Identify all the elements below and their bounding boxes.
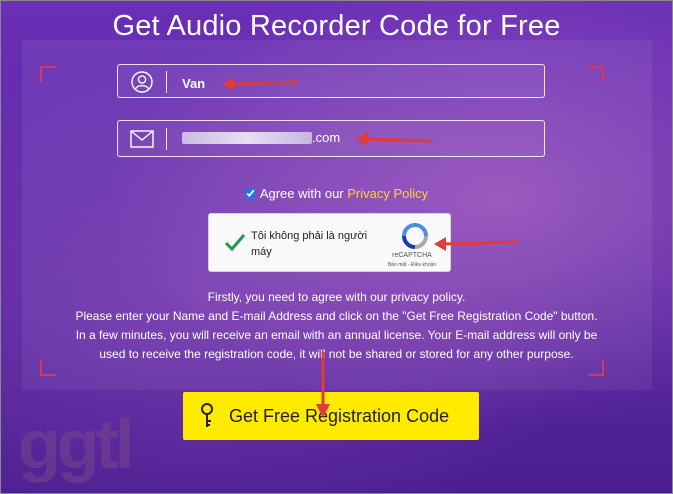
email-suffix: .com bbox=[312, 130, 341, 145]
watermark-logo: ggtl bbox=[18, 405, 134, 483]
envelope-icon bbox=[130, 128, 154, 150]
recaptcha-icon bbox=[401, 222, 429, 250]
cta-label: Get Free Registration Code bbox=[229, 405, 450, 426]
email-field[interactable]: .com bbox=[117, 120, 545, 157]
agree-label: Agree with our bbox=[259, 186, 344, 201]
agree-checkbox[interactable] bbox=[244, 188, 256, 199]
agree-row: Agree with our Privacy Policy bbox=[0, 186, 673, 201]
user-icon bbox=[130, 71, 154, 93]
info-line-2: Please enter your Name and E-mail Addres… bbox=[75, 309, 598, 323]
info-text: Firstly, you need to agree with our priv… bbox=[20, 288, 653, 364]
checkmark-icon[interactable] bbox=[223, 230, 247, 254]
name-field[interactable] bbox=[117, 64, 545, 98]
key-icon bbox=[199, 402, 219, 430]
privacy-policy-link[interactable]: Privacy Policy bbox=[347, 186, 428, 201]
email-redacted bbox=[182, 132, 312, 144]
frame-corner-top-left bbox=[40, 66, 56, 82]
info-line-1: Firstly, you need to agree with our priv… bbox=[207, 290, 466, 304]
recaptcha-label: Tôi không phải là người máy bbox=[251, 230, 368, 258]
recaptcha-terms[interactable]: Bảo mật - Điều khoản bbox=[377, 262, 447, 268]
recaptcha-brand: reCAPTCHA bbox=[392, 252, 432, 259]
field-separator bbox=[166, 128, 167, 150]
field-separator bbox=[166, 71, 167, 93]
page-title: Get Audio Recorder Code for Free bbox=[112, 10, 561, 42]
get-free-registration-code-button[interactable]: Get Free Registration Code bbox=[183, 392, 479, 440]
info-line-3: In a few minutes, you will receive an em… bbox=[75, 328, 598, 342]
recaptcha-widget[interactable]: Tôi không phải là người máy reCAPTCHA Bả… bbox=[208, 213, 451, 272]
info-line-4: used to receive the registration code, i… bbox=[99, 347, 574, 361]
frame-corner-top-right bbox=[588, 66, 604, 82]
name-input[interactable] bbox=[180, 69, 484, 97]
